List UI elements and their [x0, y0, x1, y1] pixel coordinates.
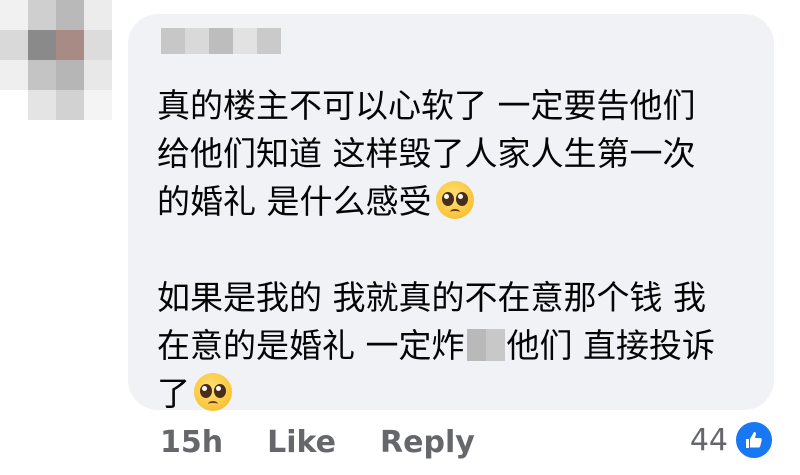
pleading-face-emoji-icon [194, 373, 232, 411]
reaction-summary[interactable]: 44 [690, 420, 774, 460]
comment-line: 给他们知道 这样毁了人家人生第一次 [157, 134, 696, 173]
comment-line: 在意的是婚礼 一定炸 他们 直接投诉 [157, 326, 715, 365]
comment-line: 了 [157, 370, 757, 418]
comment-timestamp[interactable]: 15h [160, 425, 223, 460]
comment-text: 真的楼主不可以心软了 一定要告他们 给他们知道 这样毁了人家人生第一次 的婚礼 … [157, 82, 757, 418]
pleading-face-emoji-icon [435, 181, 474, 219]
thumbs-up-icon [734, 420, 774, 460]
comment-line: 真的楼主不可以心软了 一定要告他们 [157, 86, 696, 125]
commenter-name-censored[interactable] [161, 28, 281, 54]
comment-line: 的婚礼 是什么感受 [157, 178, 757, 226]
avatar[interactable] [0, 0, 112, 120]
comment-actions: 15h Like Reply [160, 420, 475, 464]
comment-line: 如果是我的 我就真的不在意那个钱 我 [157, 278, 706, 317]
reaction-count: 44 [689, 422, 728, 458]
comment-container: 真的楼主不可以心软了 一定要告他们 给他们知道 这样毁了人家人生第一次 的婚礼 … [0, 0, 800, 475]
reply-button[interactable]: Reply [380, 425, 475, 460]
censored-word-block [466, 329, 505, 361]
like-button[interactable]: Like [267, 425, 336, 460]
